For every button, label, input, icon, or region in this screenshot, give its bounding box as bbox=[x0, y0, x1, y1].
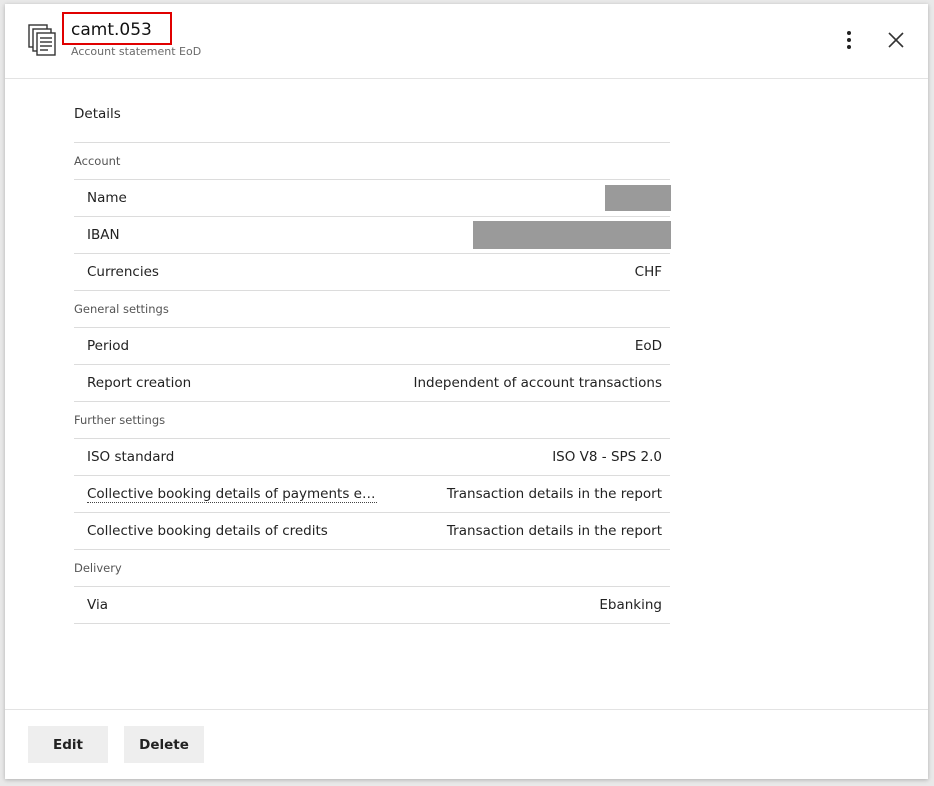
row-label: Report creation bbox=[87, 375, 192, 391]
edit-button[interactable]: Edit bbox=[28, 726, 108, 763]
row-value: Ebanking bbox=[599, 597, 662, 613]
row-value: CHF bbox=[634, 264, 662, 280]
row-name: Name bbox=[74, 180, 671, 217]
dialog: camt.053 Account statement EoD Details A… bbox=[5, 4, 928, 779]
more-vertical-icon bbox=[847, 31, 851, 35]
group-label-further-settings: Further settings bbox=[74, 402, 670, 439]
details-panel: Details Account Name IBAN Currencies CHF… bbox=[74, 96, 671, 624]
dialog-subtitle: Account statement EoD bbox=[71, 45, 202, 58]
row-value: EoD bbox=[634, 338, 662, 354]
row-iban: IBAN bbox=[74, 217, 671, 254]
row-report-creation: Report creation Independent of account t… bbox=[74, 365, 670, 402]
row-value: ISO V8 - SPS 2.0 bbox=[552, 449, 662, 465]
row-value: Transaction details in the report bbox=[446, 523, 662, 539]
group-label-general-settings: General settings bbox=[74, 291, 670, 328]
row-currencies: Currencies CHF bbox=[74, 254, 670, 291]
row-iso-standard: ISO standard ISO V8 - SPS 2.0 bbox=[74, 439, 670, 476]
dialog-header: camt.053 Account statement EoD bbox=[5, 4, 928, 79]
dialog-title: camt.053 bbox=[71, 20, 152, 40]
row-via: Via Ebanking bbox=[74, 587, 670, 624]
row-collective-booking-credits: Collective booking details of credits Tr… bbox=[74, 513, 670, 550]
document-icon bbox=[28, 24, 56, 56]
redacted-block bbox=[473, 221, 671, 249]
row-value: Independent of account transactions bbox=[413, 375, 662, 391]
section-title: Details bbox=[74, 96, 670, 143]
row-label: Currencies bbox=[87, 264, 159, 280]
row-period: Period EoD bbox=[74, 328, 670, 365]
row-label: Name bbox=[87, 190, 127, 206]
more-options-button[interactable] bbox=[839, 28, 859, 52]
row-label: Period bbox=[87, 338, 130, 354]
delete-button[interactable]: Delete bbox=[124, 726, 204, 763]
redacted-block bbox=[605, 185, 671, 211]
row-label: Via bbox=[87, 597, 108, 613]
dialog-footer: Edit Delete bbox=[5, 709, 928, 780]
row-value: Transaction details in the report bbox=[446, 486, 662, 502]
close-icon[interactable] bbox=[885, 29, 907, 51]
row-label: IBAN bbox=[87, 227, 120, 243]
row-label-tooltip[interactable]: Collective booking details of payments e… bbox=[87, 486, 377, 503]
group-label-account: Account bbox=[74, 143, 670, 180]
row-label: Collective booking details of credits bbox=[87, 523, 328, 539]
group-label-delivery: Delivery bbox=[74, 550, 670, 587]
row-collective-booking-payments: Collective booking details of payments e… bbox=[74, 476, 670, 513]
row-label: ISO standard bbox=[87, 449, 175, 465]
